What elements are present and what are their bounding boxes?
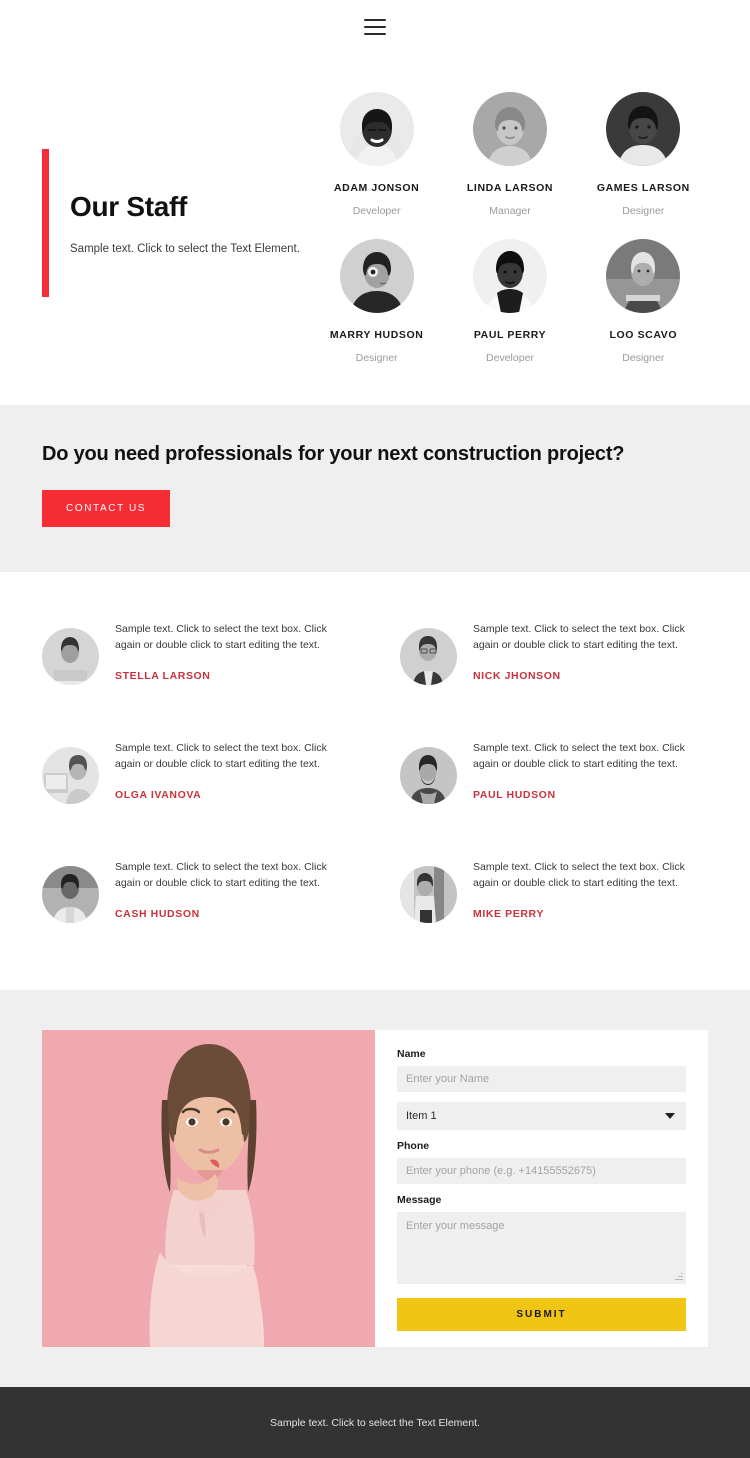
staff-card[interactable]: GAMES LARSON Designer: [577, 92, 710, 217]
testimonial-text: Sample text. Click to select the text bo…: [473, 742, 685, 770]
testimonial-text: Sample text. Click to select the text bo…: [115, 861, 327, 889]
staff-name: MARRY HUDSON: [329, 329, 424, 341]
item-select[interactable]: Item 1: [397, 1102, 686, 1130]
cta-section: Do you need professionals for your next …: [0, 405, 750, 572]
submit-button[interactable]: SUBMIT: [397, 1298, 686, 1331]
accent-bar: [42, 149, 49, 297]
phone-label: Phone: [397, 1140, 430, 1152]
page-root: Our Staff Sample text. Click to select t…: [0, 0, 750, 1458]
testimonial-item: Sample text. Click to select the text bo…: [42, 739, 350, 804]
testimonial-name: PAUL HUDSON: [473, 788, 556, 801]
hamburger-bar: [364, 26, 386, 28]
avatar: [472, 92, 547, 166]
hamburger-bar: [364, 19, 386, 21]
testimonial-body: Sample text. Click to select the text bo…: [115, 739, 331, 801]
staff-name: ADAM JONSON: [333, 182, 420, 194]
page-title: Our Staff: [70, 191, 188, 222]
staff-card[interactable]: ADAM JONSON Developer: [310, 92, 443, 217]
hamburger-bar: [364, 33, 386, 35]
testimonial-name: NICK JHONSON: [473, 669, 561, 682]
avatar: [42, 628, 99, 685]
name-label: Name: [397, 1048, 426, 1060]
testimonial-item: Sample text. Click to select the text bo…: [400, 858, 708, 923]
testimonial-item: Sample text. Click to select the text bo…: [42, 858, 350, 923]
testimonial-text: Sample text. Click to select the text bo…: [473, 623, 685, 651]
hamburger-menu-icon[interactable]: [364, 19, 386, 35]
contact-card: Name Item 1 Phone Message: [42, 1030, 708, 1347]
testimonial-text: Sample text. Click to select the text bo…: [115, 623, 327, 651]
staff-card[interactable]: PAUL PERRY Developer: [443, 239, 576, 364]
staff-card[interactable]: LINDA LARSON Manager: [443, 92, 576, 217]
staff-section: Our Staff Sample text. Click to select t…: [0, 54, 750, 405]
cta-heading: Do you need professionals for your next …: [42, 443, 625, 465]
contact-us-button[interactable]: CONTACT US: [42, 490, 171, 528]
staff-grid: ADAM JONSON Developer LINDA LARSON Manag…: [310, 92, 710, 364]
testimonial-body: Sample text. Click to select the text bo…: [115, 620, 331, 682]
avatar: [339, 239, 414, 313]
staff-card[interactable]: LOO SCAVO Designer: [577, 239, 710, 364]
avatar: [400, 866, 457, 923]
testimonial-name: MIKE PERRY: [473, 907, 544, 920]
testimonial-name: CASH HUDSON: [115, 907, 200, 920]
message-field[interactable]: [397, 1212, 686, 1284]
avatar: [42, 866, 99, 923]
staff-name: PAUL PERRY: [473, 329, 547, 341]
contact-section: Name Item 1 Phone Message: [0, 990, 750, 1387]
message-wrapper: [397, 1212, 686, 1284]
staff-name: GAMES LARSON: [596, 182, 690, 194]
testimonial-body: Sample text. Click to select the text bo…: [115, 858, 331, 920]
testimonials-section: Sample text. Click to select the text bo…: [0, 572, 750, 990]
avatar: [606, 239, 681, 313]
testimonials-grid: Sample text. Click to select the text bo…: [42, 620, 708, 923]
item-select-wrapper: Item 1: [397, 1102, 686, 1130]
staff-card[interactable]: MARRY HUDSON Designer: [310, 239, 443, 364]
staff-role: Manager: [489, 205, 531, 217]
staff-role: Developer: [352, 205, 401, 217]
site-footer: Sample text. Click to select the Text El…: [0, 1387, 750, 1458]
footer-text: Sample text. Click to select the Text El…: [270, 1416, 480, 1429]
staff-name: LOO SCAVO: [609, 329, 678, 341]
contact-photo: [42, 1030, 375, 1347]
avatar: [339, 92, 414, 166]
staff-subtitle: Sample text. Click to select the Text El…: [70, 243, 300, 255]
testimonial-text: Sample text. Click to select the text bo…: [473, 861, 685, 889]
site-header: [0, 0, 750, 54]
avatar: [606, 92, 681, 166]
staff-name: LINDA LARSON: [466, 182, 554, 194]
testimonial-item: Sample text. Click to select the text bo…: [42, 620, 350, 685]
avatar: [400, 628, 457, 685]
testimonial-item: Sample text. Click to select the text bo…: [400, 739, 708, 804]
contact-form: Name Item 1 Phone Message: [375, 1030, 708, 1347]
staff-role: Designer: [622, 205, 665, 217]
staff-role: Designer: [622, 352, 665, 364]
testimonial-name: OLGA IVANOVA: [115, 788, 202, 801]
staff-role: Designer: [355, 352, 398, 364]
testimonial-body: Sample text. Click to select the text bo…: [473, 858, 689, 920]
testimonial-name: STELLA LARSON: [115, 669, 211, 682]
testimonial-body: Sample text. Click to select the text bo…: [473, 620, 689, 682]
avatar: [472, 239, 547, 313]
phone-field[interactable]: [397, 1158, 686, 1184]
avatar: [42, 747, 99, 804]
testimonial-item: Sample text. Click to select the text bo…: [400, 620, 708, 685]
avatar: [400, 747, 457, 804]
testimonial-body: Sample text. Click to select the text bo…: [473, 739, 689, 801]
message-label: Message: [397, 1194, 442, 1206]
testimonial-text: Sample text. Click to select the text bo…: [115, 742, 327, 770]
name-field[interactable]: [397, 1066, 686, 1092]
staff-role: Developer: [486, 352, 534, 364]
